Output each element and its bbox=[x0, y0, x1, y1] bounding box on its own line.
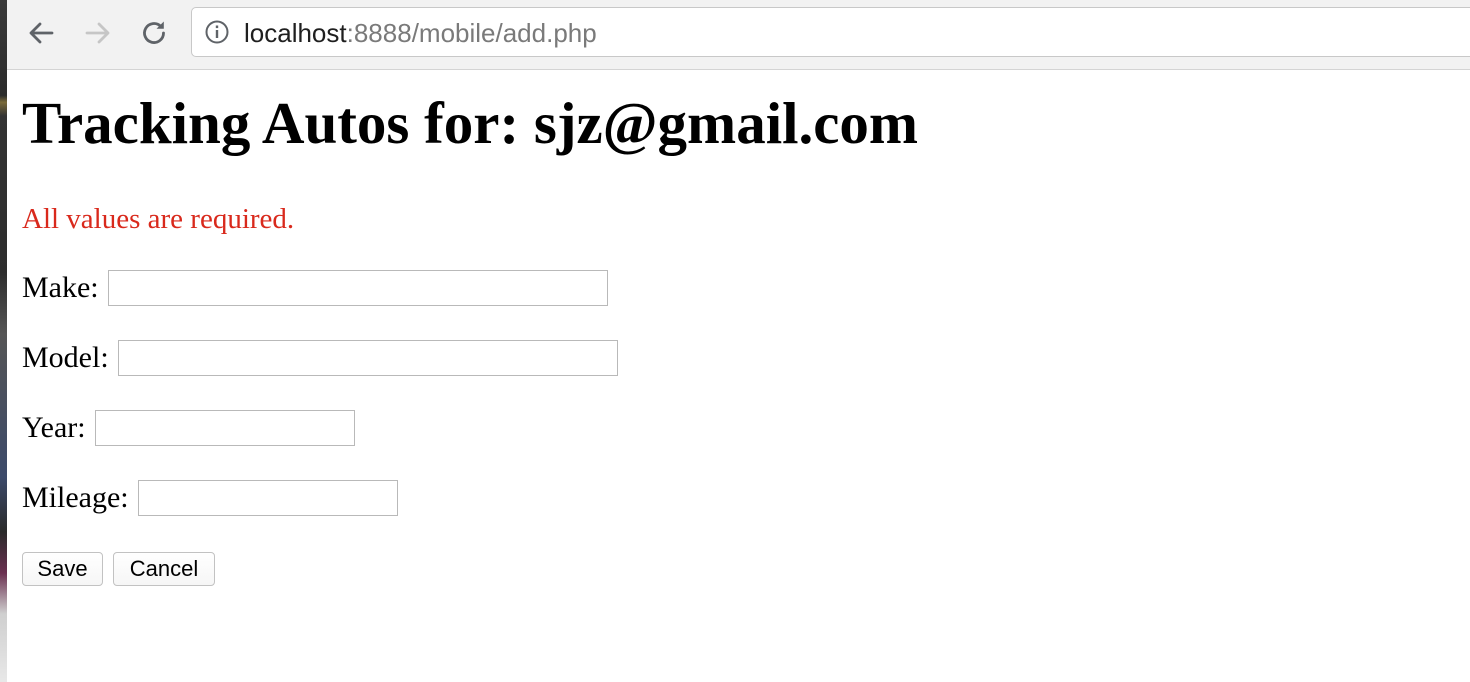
address-bar[interactable]: localhost:8888/mobile/add.php bbox=[191, 7, 1470, 57]
reload-button[interactable] bbox=[135, 14, 173, 52]
url-host: localhost bbox=[244, 18, 347, 48]
model-row: Model: bbox=[22, 340, 618, 376]
year-row: Year: bbox=[22, 410, 355, 446]
page-title: Tracking Autos for: sjz@gmail.com bbox=[22, 90, 919, 156]
info-circle-icon[interactable] bbox=[205, 20, 229, 44]
mileage-row: Mileage: bbox=[22, 480, 398, 516]
cancel-button[interactable]: Cancel bbox=[113, 552, 215, 586]
make-label: Make: bbox=[22, 271, 99, 304]
reload-icon bbox=[143, 21, 165, 44]
error-message: All values are required. bbox=[22, 203, 295, 235]
model-input[interactable] bbox=[117, 340, 618, 376]
make-input[interactable] bbox=[107, 270, 608, 306]
desktop-edge bbox=[0, 0, 7, 682]
back-button[interactable] bbox=[22, 14, 60, 52]
browser-toolbar: localhost:8888/mobile/add.php bbox=[7, 0, 1470, 70]
forward-button[interactable] bbox=[79, 14, 117, 52]
year-label: Year: bbox=[22, 411, 86, 444]
url-path: :8888/mobile/add.php bbox=[346, 18, 597, 48]
mileage-input[interactable] bbox=[137, 480, 398, 516]
arrow-left-icon bbox=[29, 22, 54, 44]
model-label: Model: bbox=[22, 341, 109, 374]
url-text[interactable]: localhost:8888/mobile/add.php bbox=[244, 18, 597, 48]
year-input[interactable] bbox=[94, 410, 355, 446]
make-row: Make: bbox=[22, 270, 608, 306]
mileage-label: Mileage: bbox=[22, 481, 129, 514]
arrow-right-icon bbox=[85, 22, 110, 44]
save-button[interactable]: Save bbox=[22, 552, 103, 586]
